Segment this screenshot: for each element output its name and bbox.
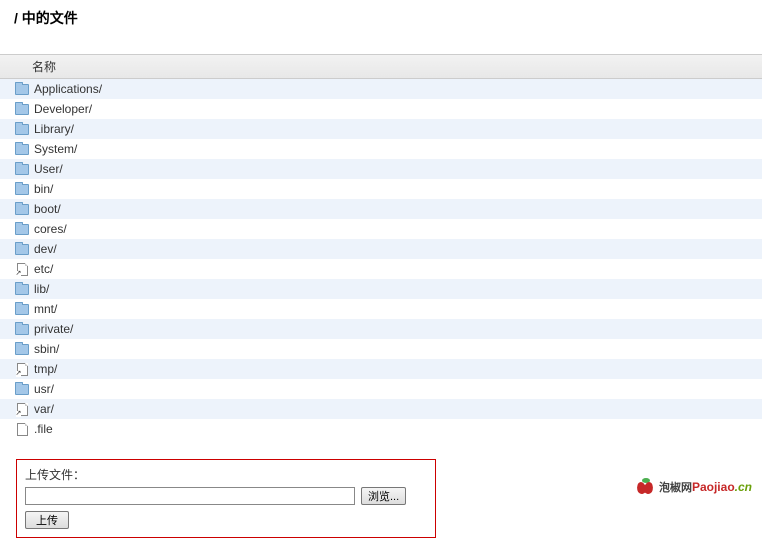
- file-name: sbin/: [32, 342, 59, 356]
- file-row[interactable]: lib/: [0, 279, 762, 299]
- upload-panel: 上传文件： 浏览... 上传: [16, 459, 436, 538]
- file-row[interactable]: sbin/: [0, 339, 762, 359]
- file-icon: [17, 423, 28, 436]
- upload-submit-button[interactable]: 上传: [25, 511, 69, 529]
- file-name: lib/: [32, 282, 49, 296]
- symlink-icon: [17, 363, 28, 376]
- file-row[interactable]: Developer/: [0, 99, 762, 119]
- file-name: User/: [32, 162, 63, 176]
- file-row[interactable]: .file: [0, 419, 762, 439]
- file-name: private/: [32, 322, 73, 336]
- browse-button[interactable]: 浏览...: [361, 487, 406, 505]
- folder-icon: [15, 344, 29, 355]
- file-name: Applications/: [32, 82, 102, 96]
- folder-icon: [15, 164, 29, 175]
- folder-icon: [15, 284, 29, 295]
- watermark-en-grn: .cn: [735, 480, 752, 494]
- file-row[interactable]: Library/: [0, 119, 762, 139]
- file-list: Applications/Developer/Library/System/Us…: [0, 79, 762, 439]
- file-name: var/: [32, 402, 54, 416]
- file-name: bin/: [32, 182, 53, 196]
- folder-icon: [15, 384, 29, 395]
- file-row[interactable]: System/: [0, 139, 762, 159]
- file-name: Library/: [32, 122, 74, 136]
- file-name: usr/: [32, 382, 54, 396]
- upload-label: 上传文件：: [25, 466, 427, 483]
- folder-icon: [15, 224, 29, 235]
- file-row[interactable]: dev/: [0, 239, 762, 259]
- file-name: System/: [32, 142, 77, 156]
- folder-icon: [15, 104, 29, 115]
- folder-icon: [15, 304, 29, 315]
- file-row[interactable]: User/: [0, 159, 762, 179]
- watermark-logo-icon: [637, 478, 655, 496]
- file-row[interactable]: etc/: [0, 259, 762, 279]
- file-name: Developer/: [32, 102, 92, 116]
- column-header-name: 名称: [0, 54, 762, 79]
- file-row[interactable]: boot/: [0, 199, 762, 219]
- file-name: tmp/: [32, 362, 57, 376]
- folder-icon: [15, 204, 29, 215]
- folder-icon: [15, 144, 29, 155]
- file-name: etc/: [32, 262, 53, 276]
- symlink-icon: [17, 263, 28, 276]
- file-name: cores/: [32, 222, 67, 236]
- watermark: 泡椒网Paojiao.cn: [637, 478, 752, 496]
- folder-icon: [15, 184, 29, 195]
- file-name: boot/: [32, 202, 61, 216]
- folder-icon: [15, 84, 29, 95]
- file-name: mnt/: [32, 302, 57, 316]
- file-name: .file: [32, 422, 53, 436]
- file-row[interactable]: Applications/: [0, 79, 762, 99]
- folder-icon: [15, 324, 29, 335]
- file-row[interactable]: bin/: [0, 179, 762, 199]
- symlink-icon: [17, 403, 28, 416]
- file-row[interactable]: mnt/: [0, 299, 762, 319]
- folder-icon: [15, 244, 29, 255]
- file-row[interactable]: tmp/: [0, 359, 762, 379]
- upload-file-input[interactable]: [25, 487, 355, 505]
- watermark-cn: 泡椒网: [659, 482, 692, 494]
- file-row[interactable]: cores/: [0, 219, 762, 239]
- file-row[interactable]: private/: [0, 319, 762, 339]
- file-row[interactable]: var/: [0, 399, 762, 419]
- watermark-en-red: Paojiao: [692, 480, 735, 494]
- file-row[interactable]: usr/: [0, 379, 762, 399]
- file-name: dev/: [32, 242, 57, 256]
- folder-icon: [15, 124, 29, 135]
- page-title: / 中的文件: [0, 0, 762, 36]
